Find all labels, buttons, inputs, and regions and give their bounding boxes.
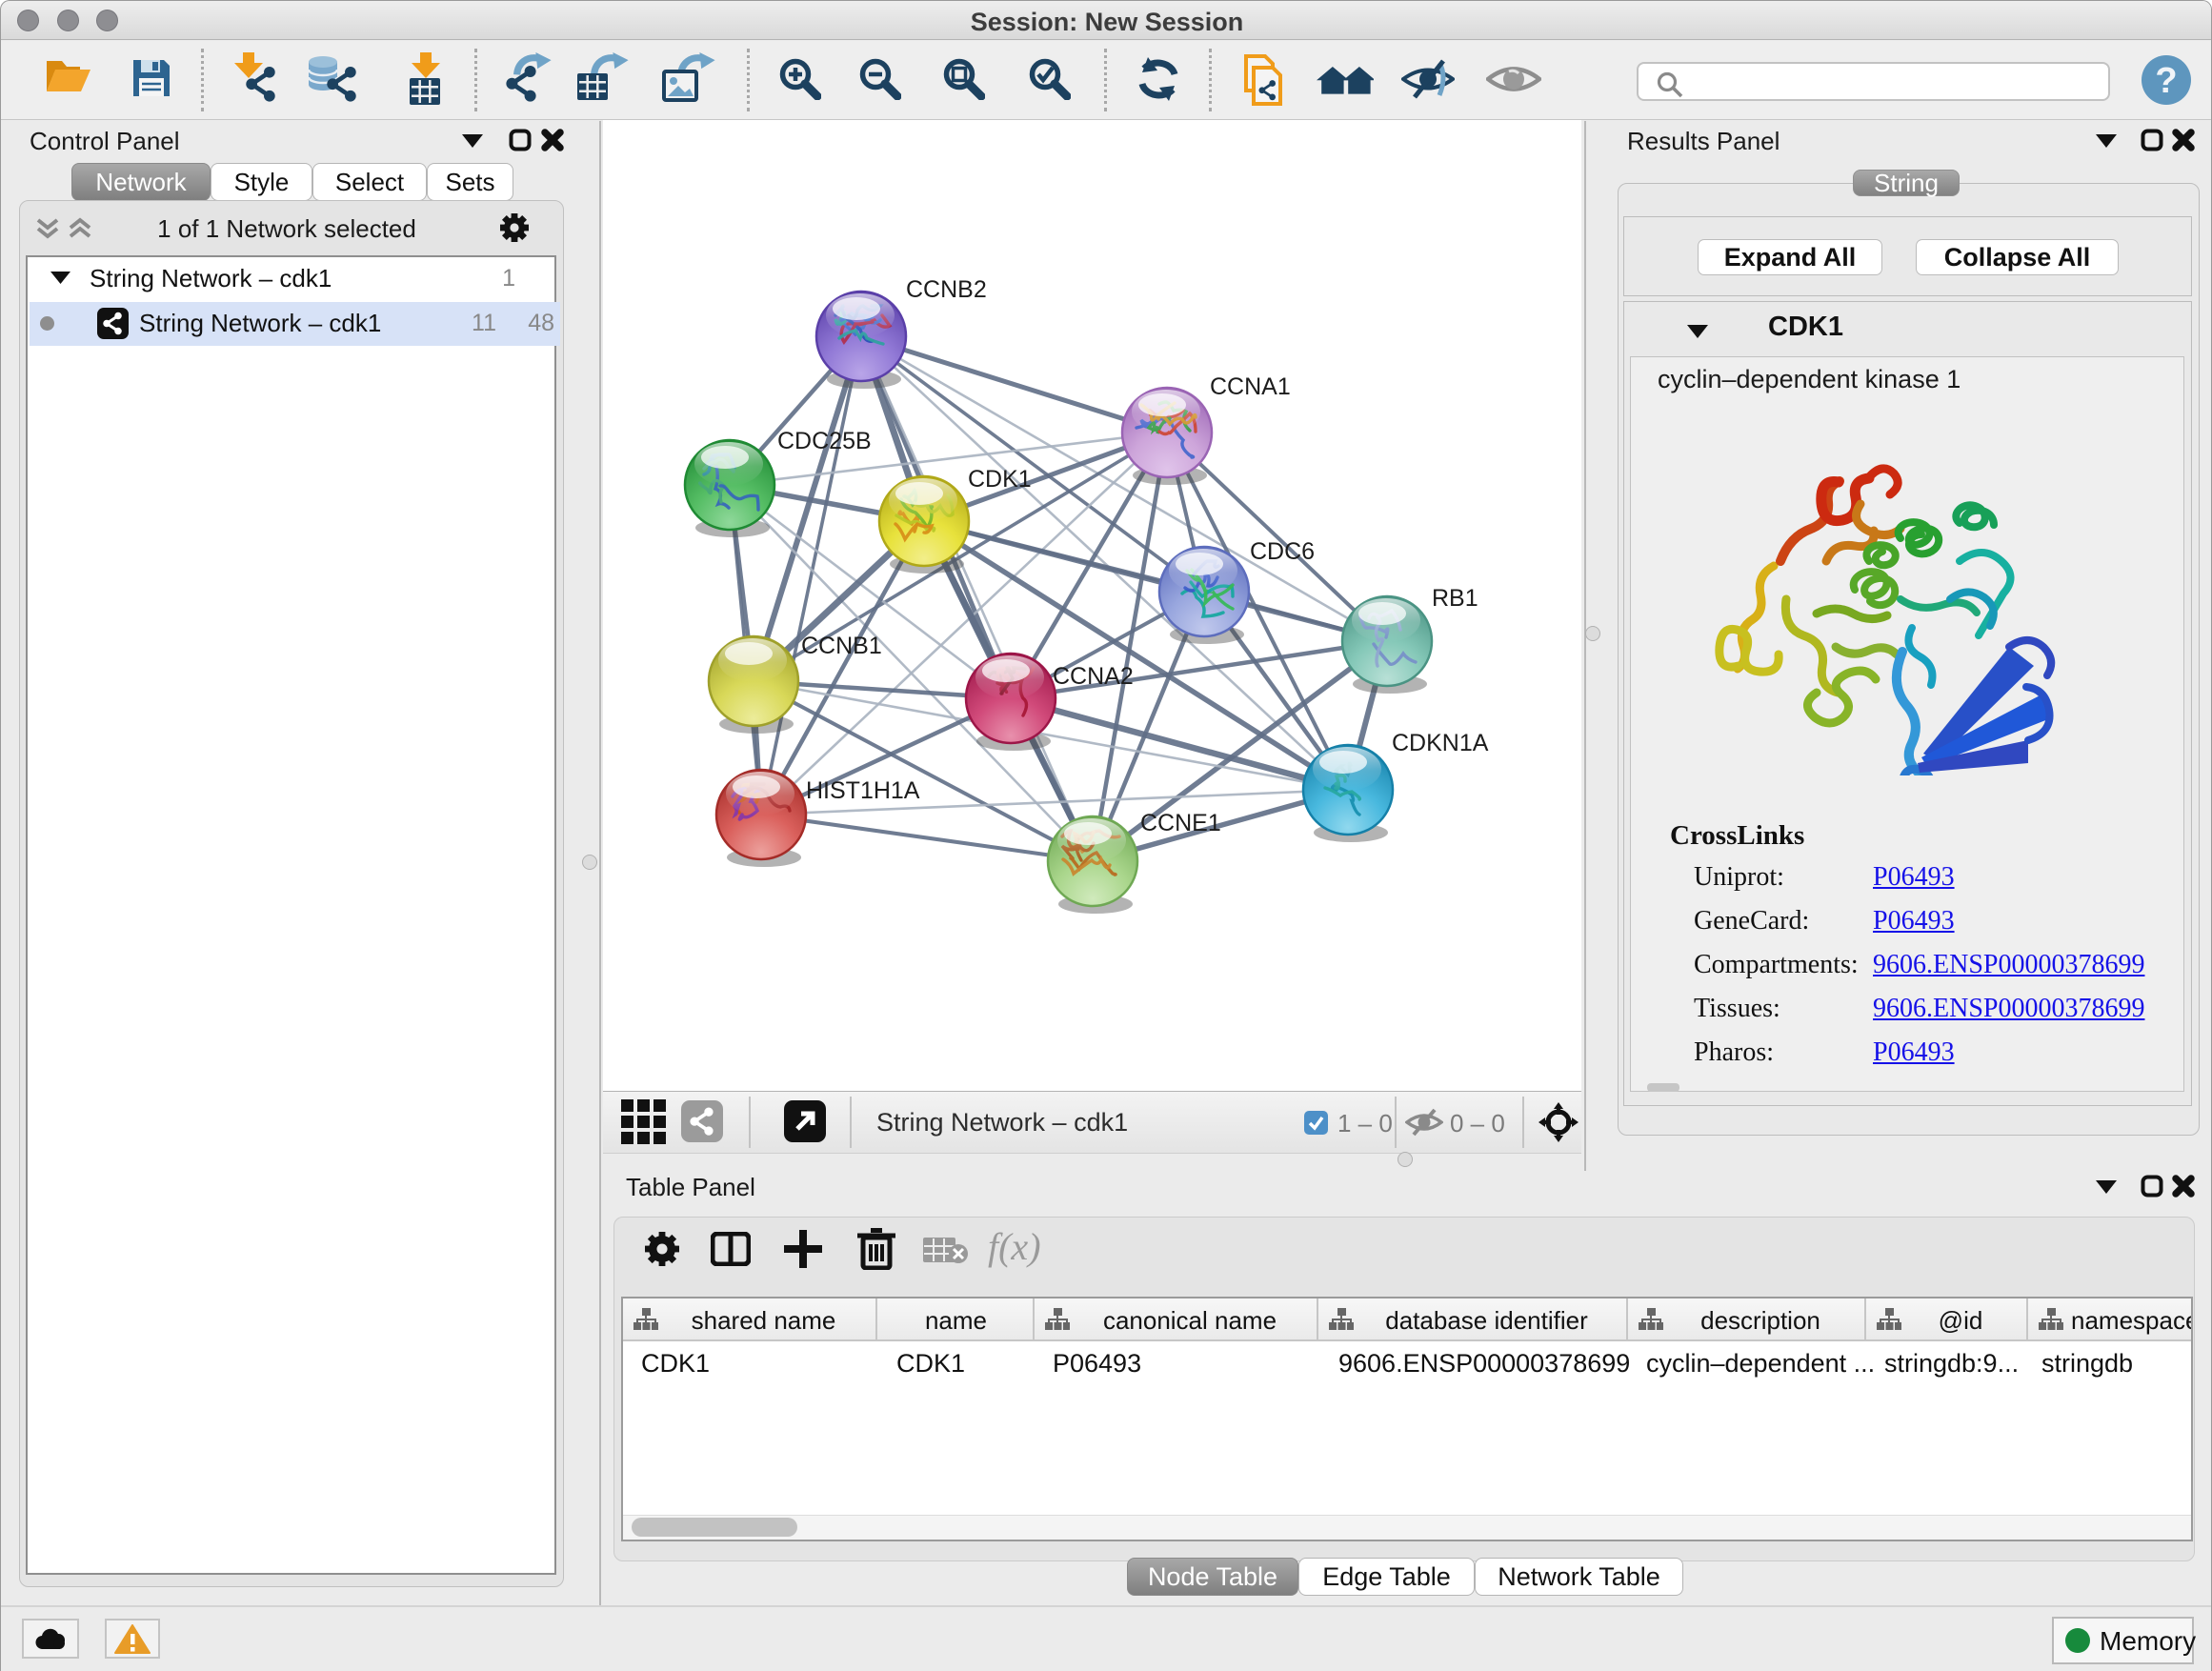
svg-text:CDKN1A: CDKN1A bbox=[1392, 730, 1489, 756]
svg-text:CCNB2: CCNB2 bbox=[906, 276, 987, 303]
svg-text:CDK1: CDK1 bbox=[968, 466, 1032, 493]
svg-text:HIST1H1A: HIST1H1A bbox=[806, 777, 920, 804]
svg-text:CCNA1: CCNA1 bbox=[1210, 373, 1291, 400]
svg-text:CCNE1: CCNE1 bbox=[1140, 810, 1221, 836]
svg-text:RB1: RB1 bbox=[1432, 585, 1478, 612]
svg-text:CCNA2: CCNA2 bbox=[1053, 663, 1134, 690]
svg-text:CDC6: CDC6 bbox=[1250, 538, 1315, 565]
svg-text:?: ? bbox=[2155, 61, 2177, 101]
svg-text:CDC25B: CDC25B bbox=[777, 428, 872, 454]
svg-text:CCNB1: CCNB1 bbox=[801, 633, 882, 659]
